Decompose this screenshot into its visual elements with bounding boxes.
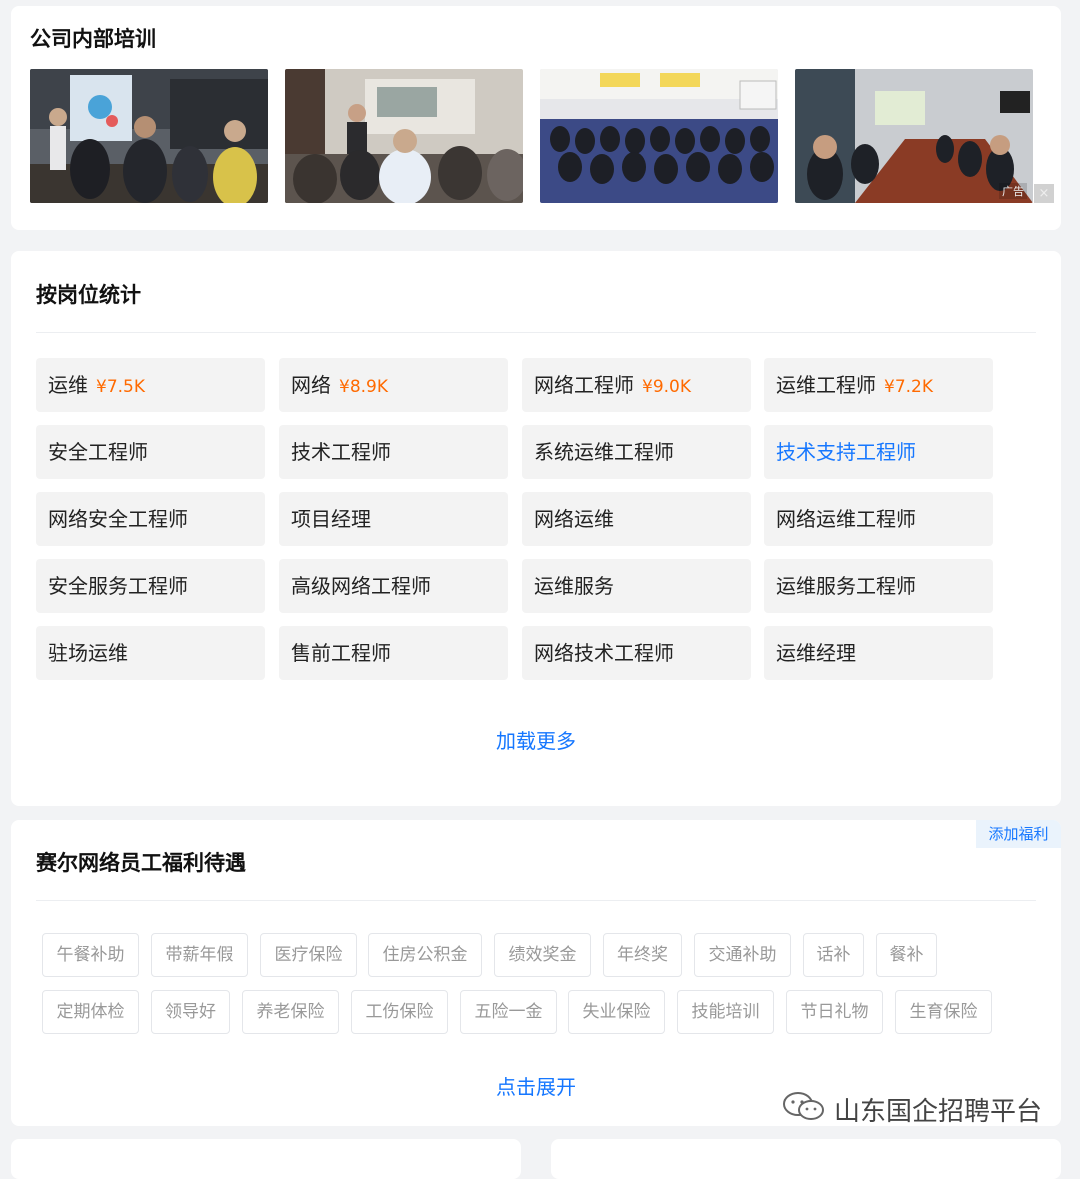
position-item[interactable]: 技术工程师	[279, 425, 508, 479]
welfare-tag: 失业保险	[568, 990, 665, 1034]
welfare-tag: 交通补助	[694, 933, 791, 977]
positions-card: 按岗位统计 运维 ¥7.5K 网络 ¥8.9K 网络工程师 ¥9.0K 运维工程师 ¥7.2K…	[11, 251, 1061, 806]
position-name: 网络	[291, 373, 331, 397]
welfare-title: 赛尔网络员工福利待遇	[36, 851, 246, 875]
position-item[interactable]: 运维经理	[764, 626, 993, 680]
bottom-left-card	[11, 1139, 521, 1179]
position-name: 安全服务工程师	[48, 574, 188, 598]
position-name: 项目经理	[291, 507, 371, 531]
welfare-tag: 年终奖	[603, 933, 682, 977]
ad-label: 广告	[999, 183, 1027, 199]
divider	[36, 332, 1036, 333]
position-item[interactable]: 技术支持工程师	[764, 425, 993, 479]
training-photo-meeting[interactable]: 广告	[795, 69, 1033, 203]
training-photo-lecture[interactable]	[285, 69, 523, 203]
position-item[interactable]: 网络 ¥8.9K	[279, 358, 508, 412]
ad-close-icon[interactable]: ×	[1034, 184, 1054, 203]
position-name: 安全工程师	[48, 440, 148, 464]
position-item[interactable]: 系统运维工程师	[522, 425, 751, 479]
position-name: 网络运维工程师	[776, 507, 916, 531]
welfare-tag: 五险一金	[460, 990, 557, 1034]
welfare-tag: 技能培训	[677, 990, 774, 1034]
position-item[interactable]: 安全服务工程师	[36, 559, 265, 613]
position-name: 运维工程师	[776, 373, 876, 397]
position-salary: ¥7.5K	[96, 377, 145, 397]
watermark-text: 山东国企招聘平台	[834, 1096, 1043, 1127]
training-photo-presentation[interactable]	[30, 69, 268, 203]
position-item[interactable]: 网络运维	[522, 492, 751, 546]
add-welfare-button[interactable]: 添加福利	[976, 820, 1061, 848]
position-item[interactable]: 网络技术工程师	[522, 626, 751, 680]
watermark: 山东国企招聘平台	[782, 1091, 1042, 1127]
position-name: 运维	[48, 373, 88, 397]
position-name: 网络技术工程师	[534, 641, 674, 665]
position-name: 网络安全工程师	[48, 507, 188, 531]
position-name: 驻场运维	[48, 641, 128, 665]
position-item[interactable]: 运维服务	[522, 559, 751, 613]
welfare-tag: 午餐补助	[42, 933, 139, 977]
position-item[interactable]: 高级网络工程师	[279, 559, 508, 613]
position-item[interactable]: 安全工程师	[36, 425, 265, 479]
position-salary: ¥9.0K	[642, 377, 691, 397]
bottom-right-card	[551, 1139, 1061, 1179]
welfare-tag: 住房公积金	[368, 933, 482, 977]
training-title: 公司内部培训	[30, 27, 156, 51]
welfare-tag: 工伤保险	[351, 990, 448, 1034]
welfare-card: 添加福利 赛尔网络员工福利待遇 午餐补助 带薪年假 医疗保险 住房公积金 绩效奖金 年终奖…	[11, 820, 1061, 1126]
position-salary: ¥7.2K	[884, 377, 933, 397]
position-item[interactable]: 网络运维工程师	[764, 492, 993, 546]
welfare-tag: 绩效奖金	[494, 933, 591, 977]
position-name: 售前工程师	[291, 641, 391, 665]
position-salary: ¥8.9K	[339, 377, 388, 397]
welfare-tag: 定期体检	[42, 990, 139, 1034]
position-name: 运维服务工程师	[776, 574, 916, 598]
welfare-tag: 带薪年假	[151, 933, 248, 977]
position-item[interactable]: 项目经理	[279, 492, 508, 546]
welfare-tag: 生育保险	[895, 990, 992, 1034]
welfare-tag: 节日礼物	[786, 990, 883, 1034]
welfare-tag: 领导好	[151, 990, 230, 1034]
welfare-tag: 餐补	[876, 933, 937, 977]
position-item[interactable]: 网络工程师 ¥9.0K	[522, 358, 751, 412]
position-item[interactable]: 运维 ¥7.5K	[36, 358, 265, 412]
position-name: 高级网络工程师	[291, 574, 431, 598]
training-card: 公司内部培训 广告 ×	[11, 6, 1061, 230]
position-name: 运维服务	[534, 574, 614, 598]
load-more-button[interactable]: 加载更多	[11, 725, 1061, 754]
welfare-tag: 医疗保险	[260, 933, 357, 977]
welfare-tag: 养老保险	[242, 990, 339, 1034]
positions-title: 按岗位统计	[36, 283, 141, 307]
position-name: 运维经理	[776, 641, 856, 665]
wechat-icon	[782, 1090, 826, 1129]
position-item[interactable]: 运维服务工程师	[764, 559, 993, 613]
position-item[interactable]: 运维工程师 ¥7.2K	[764, 358, 993, 412]
position-name: 系统运维工程师	[534, 440, 674, 464]
position-item[interactable]: 驻场运维	[36, 626, 265, 680]
position-item[interactable]: 网络安全工程师	[36, 492, 265, 546]
training-photo-auditorium[interactable]	[540, 69, 778, 203]
welfare-tag: 话补	[803, 933, 864, 977]
position-name: 技术工程师	[291, 440, 391, 464]
position-name: 网络工程师	[534, 373, 634, 397]
position-name: 技术支持工程师	[776, 440, 916, 464]
divider	[36, 900, 1036, 901]
position-item[interactable]: 售前工程师	[279, 626, 508, 680]
position-name: 网络运维	[534, 507, 614, 531]
